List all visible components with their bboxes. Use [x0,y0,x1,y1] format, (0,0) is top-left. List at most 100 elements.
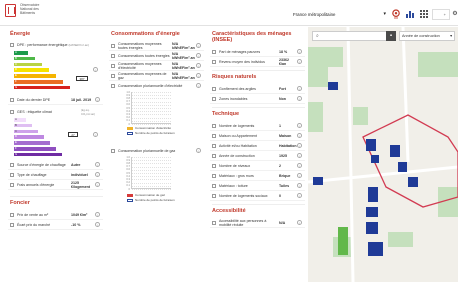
checkbox[interactable] [212,86,216,91]
legend-swatch [127,193,133,197]
row-value: Fort [279,86,286,91]
checkbox[interactable] [111,63,115,68]
panel-title: Foncier [10,196,103,206]
checkbox[interactable] [212,173,216,178]
info-icon[interactable]: i [297,59,302,64]
info-icon[interactable]: i [95,97,100,102]
row-value: 1049 €/m² [71,212,88,217]
row-label: Revenu moyen des individus [219,59,265,64]
info-icon[interactable]: i [196,63,201,68]
checkbox[interactable] [10,182,14,187]
info-icon[interactable]: i [297,123,302,128]
ges-checkbox[interactable] [10,109,14,114]
row-value: Maison [279,133,292,138]
info-icon[interactable]: i [297,86,302,91]
gridline [132,185,171,187]
row-value: 1925 [279,153,287,158]
row-label: Consommations moyennes d'électricité [118,61,162,70]
info-icon[interactable]: i [95,162,100,167]
legend-item: Nombre de points de livraison [127,198,175,202]
row-value: Brique [279,173,291,178]
checkbox[interactable] [212,163,216,168]
consumption-panel: Consommations d'énergie Consommations mo… [109,30,204,274]
chart-title: Consommation pluriannuelle de gaz [118,148,176,153]
info-icon[interactable]: i [95,222,100,227]
checkbox[interactable] [212,153,216,158]
gridline [132,117,171,119]
checkbox[interactable] [212,220,216,225]
checkbox[interactable] [212,183,216,188]
checkbox[interactable] [212,123,216,128]
info-icon[interactable]: i [297,193,302,198]
chevron-down-icon: ▾ [450,34,452,38]
checkbox[interactable] [10,222,14,227]
info-icon[interactable]: i [196,43,201,48]
checkbox[interactable] [10,172,14,177]
search-button[interactable]: ▪ [386,31,396,41]
info-icon[interactable]: i [95,172,100,177]
info-icon[interactable]: i [93,67,98,72]
data-row: Nombre de niveaux 2 i [210,161,305,171]
gridline [132,182,171,184]
info-icon[interactable]: i [297,220,302,225]
checkbox[interactable] [111,53,115,58]
checkbox[interactable] [10,97,14,102]
row-label: Zones inondables [219,96,248,101]
checkbox[interactable] [212,49,216,54]
map-pin-icon[interactable] [391,9,401,19]
panel-title: Accessibilité [212,204,305,214]
info-icon[interactable]: i [93,132,98,137]
info-icon[interactable]: i [297,133,302,138]
checkbox[interactable] [111,43,115,48]
checkbox[interactable] [212,143,216,148]
row-label: Consommations moyennes de gaz [118,71,167,80]
info-icon[interactable]: i [196,148,201,153]
gridline [132,157,171,158]
info-icon[interactable]: i [297,153,302,158]
info-icon[interactable]: i [95,182,100,187]
info-icon[interactable]: i [196,83,201,88]
gear-icon[interactable]: ⚙ [450,9,458,19]
building-panels: Énergie DPE : performance énergétique (k… [8,30,305,274]
bar-chart-icon[interactable] [405,9,415,19]
ges-unit: (kg éq. CO₂/m².an) [81,107,96,116]
info-icon[interactable]: i [297,96,302,101]
info-icon[interactable]: i [297,163,302,168]
info-icon[interactable]: i [297,173,302,178]
ges-header: GES : étiquette climat (kg éq. CO₂/m².an… [8,107,103,116]
checkbox[interactable] [111,148,115,153]
map-search-input[interactable]: ⌕ [312,31,396,41]
header-menu-button[interactable]: + [432,9,450,20]
gridline [132,160,171,162]
grid-icon[interactable] [419,9,429,19]
info-icon[interactable]: i [196,73,201,78]
checkbox[interactable] [212,59,216,64]
dpe-checkbox[interactable] [10,43,14,47]
characteristics-panel: Caractéristiques des ménages (INSEE) Par… [210,30,305,274]
info-icon[interactable]: i [196,53,201,58]
checkbox[interactable] [111,73,115,78]
checkbox[interactable] [10,212,14,217]
checkbox[interactable] [212,96,216,101]
map-filter-select[interactable]: Année de construction ▾ [399,31,455,41]
gridline [132,114,171,116]
info-icon[interactable]: i [297,143,302,148]
checkbox[interactable] [111,83,115,88]
logo [5,4,16,17]
region-select[interactable]: France métropolitaine ▾ [290,9,388,20]
panel-title: Caractéristiques des ménages (INSEE) [212,31,292,43]
elec-chart: 1.0 0.9 0.8 0.7 0.6 0.5 0.4 0.3 0.2 0.1 0 Consomma… [109,90,204,136]
energy-class-bar: F [14,79,63,84]
elec-chart-header: Consommation pluriannuelle d'électricité… [109,81,204,90]
info-icon[interactable]: i [297,183,302,188]
info-icon[interactable]: i [297,49,302,54]
data-row: Source d'énergie de chauffage Autre i [8,160,103,170]
map-view[interactable] [308,27,458,282]
row-value: individuel [71,172,88,177]
info-icon[interactable]: i [95,212,100,217]
dpe-value-marker: 387 [76,76,88,81]
checkbox[interactable] [212,193,216,198]
checkbox[interactable] [212,133,216,138]
checkbox[interactable] [10,162,14,167]
gridline [132,108,171,109]
